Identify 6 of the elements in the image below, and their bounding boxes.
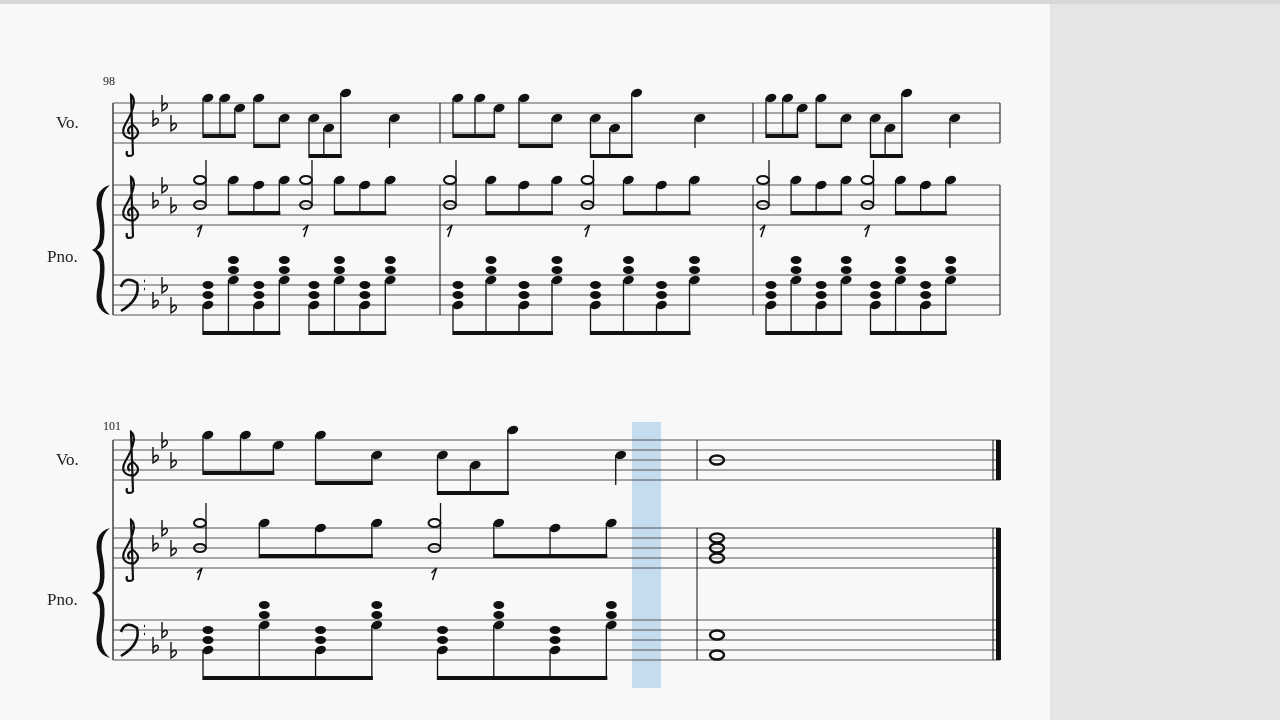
staff-label: Pno.: [47, 590, 78, 609]
measure-number: 101: [103, 419, 121, 433]
staff-label: Vo.: [56, 450, 79, 469]
staff-label: Vo.: [56, 113, 79, 132]
measure-number: 98: [103, 74, 115, 88]
staff-label: Pno.: [47, 247, 78, 266]
